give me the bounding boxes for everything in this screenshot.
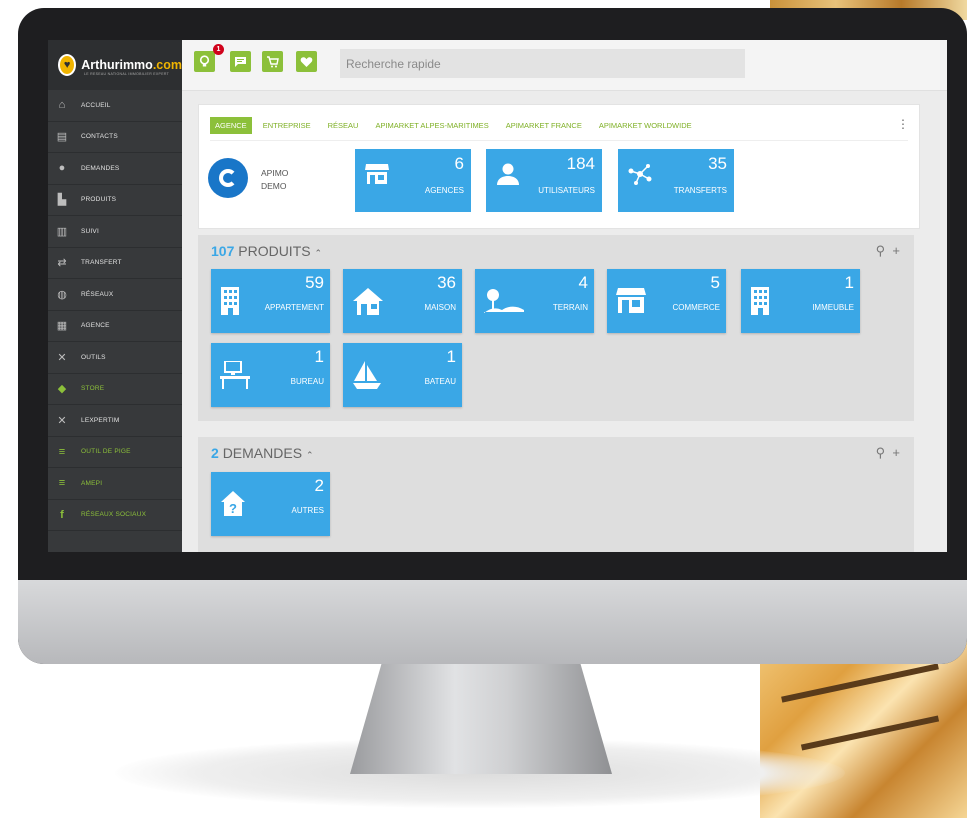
globe-icon: ◍	[57, 288, 67, 301]
divider	[210, 140, 908, 141]
products-icon: ▙	[57, 194, 67, 207]
add-icon[interactable]: +	[892, 243, 900, 258]
more-options-icon[interactable]: ⋮	[897, 117, 909, 131]
brand-name: Arthurimmo.com	[81, 58, 182, 72]
tools-icon: ✕	[57, 351, 67, 364]
sidebar-item-outils[interactable]: ✕ OUTILS	[48, 342, 182, 374]
chevron-up-icon: ⌃	[314, 248, 323, 258]
section-tools: ⚲ +	[876, 243, 900, 259]
cart-button[interactable]	[262, 51, 283, 72]
logo-icon: ♥	[58, 54, 77, 76]
chart-icon: ▥	[56, 225, 68, 238]
sidebar-item-transfert[interactable]: ⇄ TRANSFERT	[48, 248, 182, 279]
sidebar-item-lexpertim[interactable]: ✕ LEXPERTIM	[48, 405, 182, 437]
tab-reseau[interactable]: RÉSEAU	[328, 117, 359, 134]
sidebar-item-suivi[interactable]: ▥ SUIVI	[48, 216, 182, 248]
produits-section: 107 PRODUITS ⌃ ⚲ + 59 APPARTEMENT 36 MAI…	[198, 235, 914, 421]
sidebar: ⌂ ACCUEIL ▤ CONTACTS ● DEMANDES ▙ PRODUITS ▥…	[48, 90, 182, 552]
stat-utilisateurs[interactable]: 184 UTILISATEURS	[486, 149, 602, 212]
agency-name: APIMO DEMO	[261, 168, 289, 191]
tab-entreprise[interactable]: ENTREPRISE	[263, 117, 311, 134]
section-title[interactable]: 2 DEMANDES ⌃	[211, 445, 313, 461]
notification-badge: 1	[213, 44, 224, 55]
tab-apimarket-france[interactable]: APIMARKET FRANCE	[506, 117, 582, 134]
tab-apimarket-alpes-maritimes[interactable]: APIMARKET ALPES-MARITIMES	[375, 117, 488, 134]
heart-icon	[300, 56, 313, 67]
house-icon	[352, 287, 384, 320]
section-title[interactable]: 107 PRODUITS ⌃	[211, 243, 322, 259]
contacts-icon: ▤	[56, 131, 68, 144]
desk-icon	[220, 360, 250, 394]
tile-bateau[interactable]: 1 BATEAU	[343, 343, 462, 407]
lightbulb-button[interactable]	[194, 51, 215, 72]
topbar: ♥ Arthurimmo.com LE RESEAU NATIONAL IMMO…	[48, 40, 947, 91]
chevron-up-icon: ⌃	[305, 450, 314, 460]
monitor-stand	[350, 664, 612, 774]
sidebar-item-agence[interactable]: ▦ AGENCE	[48, 311, 182, 342]
section-tools: ⚲ +	[876, 445, 900, 461]
tab-bar: AGENCE ENTREPRISE RÉSEAU APIMARKET ALPES…	[210, 116, 709, 134]
sidebar-item-store[interactable]: ◆ STORE	[48, 374, 182, 405]
svg-text:?: ?	[229, 501, 237, 516]
land-icon	[484, 287, 524, 320]
tile-appartement[interactable]: 59 APPARTEMENT	[211, 269, 330, 333]
tile-terrain[interactable]: 4 TERRAIN	[475, 269, 594, 333]
facebook-icon: f	[60, 508, 64, 521]
tile-maison[interactable]: 36 MAISON	[343, 269, 462, 333]
sidebar-item-contacts[interactable]: ▤ CONTACTS	[48, 122, 182, 153]
tile-immeuble[interactable]: 1 IMMEUBLE	[741, 269, 860, 333]
brand-tagline: LE RESEAU NATIONAL IMMOBILIER EXPERT	[84, 72, 170, 76]
stat-transferts[interactable]: 35 TRANSFERTS	[618, 149, 734, 212]
tile-bureau[interactable]: 1 BUREAU	[211, 343, 330, 407]
tile-autres[interactable]: ? 2 AUTRES	[211, 472, 330, 536]
demandes-section: 2 DEMANDES ⌃ ⚲ + ? 2 AUTRES	[198, 437, 914, 552]
tools-icon: ✕	[57, 414, 67, 427]
building-icon	[220, 287, 240, 320]
sidebar-item-produits[interactable]: ▙ PRODUITS	[48, 185, 182, 216]
store-icon: ▦	[56, 320, 68, 333]
search-icon[interactable]: ⚲	[876, 445, 886, 460]
sidebar-item-accueil[interactable]: ⌂ ACCUEIL	[48, 90, 182, 122]
main-content: AGENCE ENTREPRISE RÉSEAU APIMARKET ALPES…	[198, 104, 920, 552]
boat-icon	[352, 361, 382, 396]
shop-icon	[616, 287, 646, 318]
database-icon: ≡	[58, 445, 66, 458]
tile-commerce[interactable]: 5 COMMERCE	[607, 269, 726, 333]
transfer-icon: ⇄	[57, 257, 67, 270]
bag-icon: ◆	[57, 383, 67, 396]
agency-panel: AGENCE ENTREPRISE RÉSEAU APIMARKET ALPES…	[198, 104, 920, 229]
database-icon: ≡	[58, 477, 66, 490]
search-input[interactable]	[340, 49, 745, 78]
house-question-icon: ?	[220, 490, 246, 521]
sidebar-item-outil-de-pige[interactable]: ≡ OUTIL DE PIGE	[48, 437, 182, 468]
store-icon	[365, 163, 389, 191]
user-icon	[496, 163, 520, 191]
sidebar-item-reseaux[interactable]: ◍ RÉSEAUX	[48, 279, 182, 311]
tab-apimarket-worldwide[interactable]: APIMARKET WORLDWIDE	[599, 117, 692, 134]
network-icon	[628, 163, 652, 191]
search-icon[interactable]: ⚲	[876, 243, 886, 258]
brand-logo[interactable]: ♥ Arthurimmo.com LE RESEAU NATIONAL IMMO…	[48, 40, 182, 90]
sidebar-item-reseaux-sociaux[interactable]: f RÉSEAUX SOCIAUX	[48, 500, 182, 531]
requests-icon: ●	[58, 162, 66, 175]
sidebar-item-amepi[interactable]: ≡ AMEPI	[48, 468, 182, 500]
favorites-button[interactable]	[296, 51, 317, 72]
messages-button[interactable]	[230, 51, 251, 72]
home-icon: ⌂	[58, 99, 66, 112]
cart-icon	[267, 55, 279, 67]
chat-icon	[235, 56, 246, 67]
lightbulb-icon	[199, 55, 210, 67]
apimo-logo	[208, 158, 248, 198]
add-icon[interactable]: +	[892, 445, 900, 460]
monitor-chin	[18, 580, 967, 664]
app-screen: ♥ Arthurimmo.com LE RESEAU NATIONAL IMMO…	[48, 40, 947, 552]
tab-agence[interactable]: AGENCE	[210, 116, 252, 134]
stat-agences[interactable]: 6 AGENCES	[355, 149, 471, 212]
sidebar-item-demandes[interactable]: ● DEMANDES	[48, 153, 182, 185]
building-icon	[750, 287, 770, 320]
